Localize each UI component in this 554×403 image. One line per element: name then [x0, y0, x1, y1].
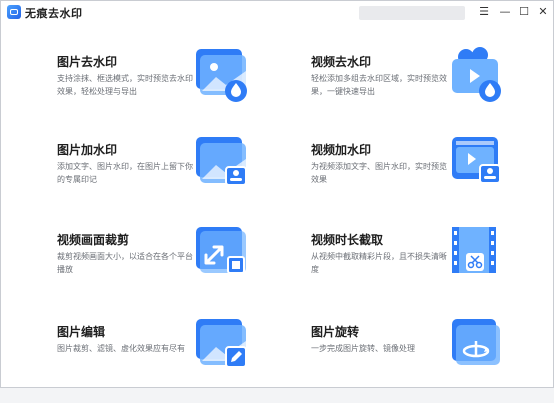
- card-video-trim[interactable]: 视频时长截取 从视频中截取精彩片段，且不损失清晰度: [311, 227, 554, 311]
- card-video-crop[interactable]: 视频画面裁剪 裁剪视频画面大小，以适合在各个平台播放: [57, 227, 302, 311]
- card-description: 从视频中截取精彩片段，且不损失清晰度: [311, 252, 447, 274]
- card-title: 图片去水印: [57, 55, 118, 69]
- image-remove-watermark-icon: [192, 47, 252, 107]
- card-title: 视频时长截取: [311, 233, 384, 247]
- card-description: 图片裁剪、滤镜、虚化效果应有尽有: [57, 344, 185, 353]
- title-bar: 无痕去水印 ☰ — ☐ ✕: [1, 1, 553, 23]
- minimize-icon[interactable]: —: [496, 3, 514, 21]
- card-image-add-watermark[interactable]: 图片加水印 添加文字、图片水印，在图片上留下你的专属印记: [57, 137, 302, 221]
- image-edit-icon: [192, 317, 252, 377]
- maximize-icon[interactable]: ☐: [515, 3, 533, 21]
- card-description: 裁剪视频画面大小，以适合在各个平台播放: [57, 252, 193, 274]
- card-video-remove-watermark[interactable]: 视频去水印 轻松添加多组去水印区域，实时预览效果，一键快速导出: [311, 47, 554, 133]
- card-description: 添加文字、图片水印，在图片上留下你的专属印记: [57, 162, 193, 184]
- card-image-rotate[interactable]: 图片旋转 一步完成图片旋转、镜像处理: [311, 319, 554, 403]
- app-window: 无痕去水印 ☰ — ☐ ✕ 图片去水印 支持涂抹、框选模式，实时预览去水印效果，…: [0, 0, 554, 388]
- card-title: 视频画面裁剪: [57, 233, 130, 247]
- video-trim-icon: [446, 225, 506, 285]
- card-description: 一步完成图片旋转、镜像处理: [311, 344, 415, 353]
- close-icon[interactable]: ✕: [534, 3, 552, 21]
- image-rotate-icon: [446, 317, 506, 377]
- card-title: 视频加水印: [311, 143, 372, 157]
- image-add-watermark-icon: [192, 135, 252, 195]
- card-image-remove-watermark[interactable]: 图片去水印 支持涂抹、框选模式，实时预览去水印效果，轻松处理与导出: [57, 49, 302, 133]
- video-remove-watermark-icon: [446, 47, 506, 107]
- app-logo-icon: [7, 5, 21, 19]
- app-title: 无痕去水印: [25, 7, 83, 20]
- card-image-edit[interactable]: 图片编辑 图片裁剪、滤镜、虚化效果应有尽有: [57, 319, 302, 403]
- card-video-add-watermark[interactable]: 视频加水印 为视频添加文字、图片水印，实时预览效果: [311, 137, 554, 221]
- card-description: 轻松添加多组去水印区域，实时预览效果，一键快速导出: [311, 74, 447, 96]
- card-title: 图片编辑: [57, 325, 106, 339]
- video-add-watermark-icon: [446, 135, 506, 195]
- card-description: 支持涂抹、框选模式，实时预览去水印效果，轻松处理与导出: [57, 74, 193, 96]
- card-title: 视频去水印: [311, 55, 372, 69]
- menu-icon[interactable]: ☰: [475, 3, 493, 21]
- video-crop-icon: [192, 225, 252, 285]
- account-area[interactable]: [359, 6, 465, 20]
- card-title: 图片旋转: [311, 325, 360, 339]
- card-description: 为视频添加文字、图片水印，实时预览效果: [311, 162, 447, 184]
- card-title: 图片加水印: [57, 143, 118, 157]
